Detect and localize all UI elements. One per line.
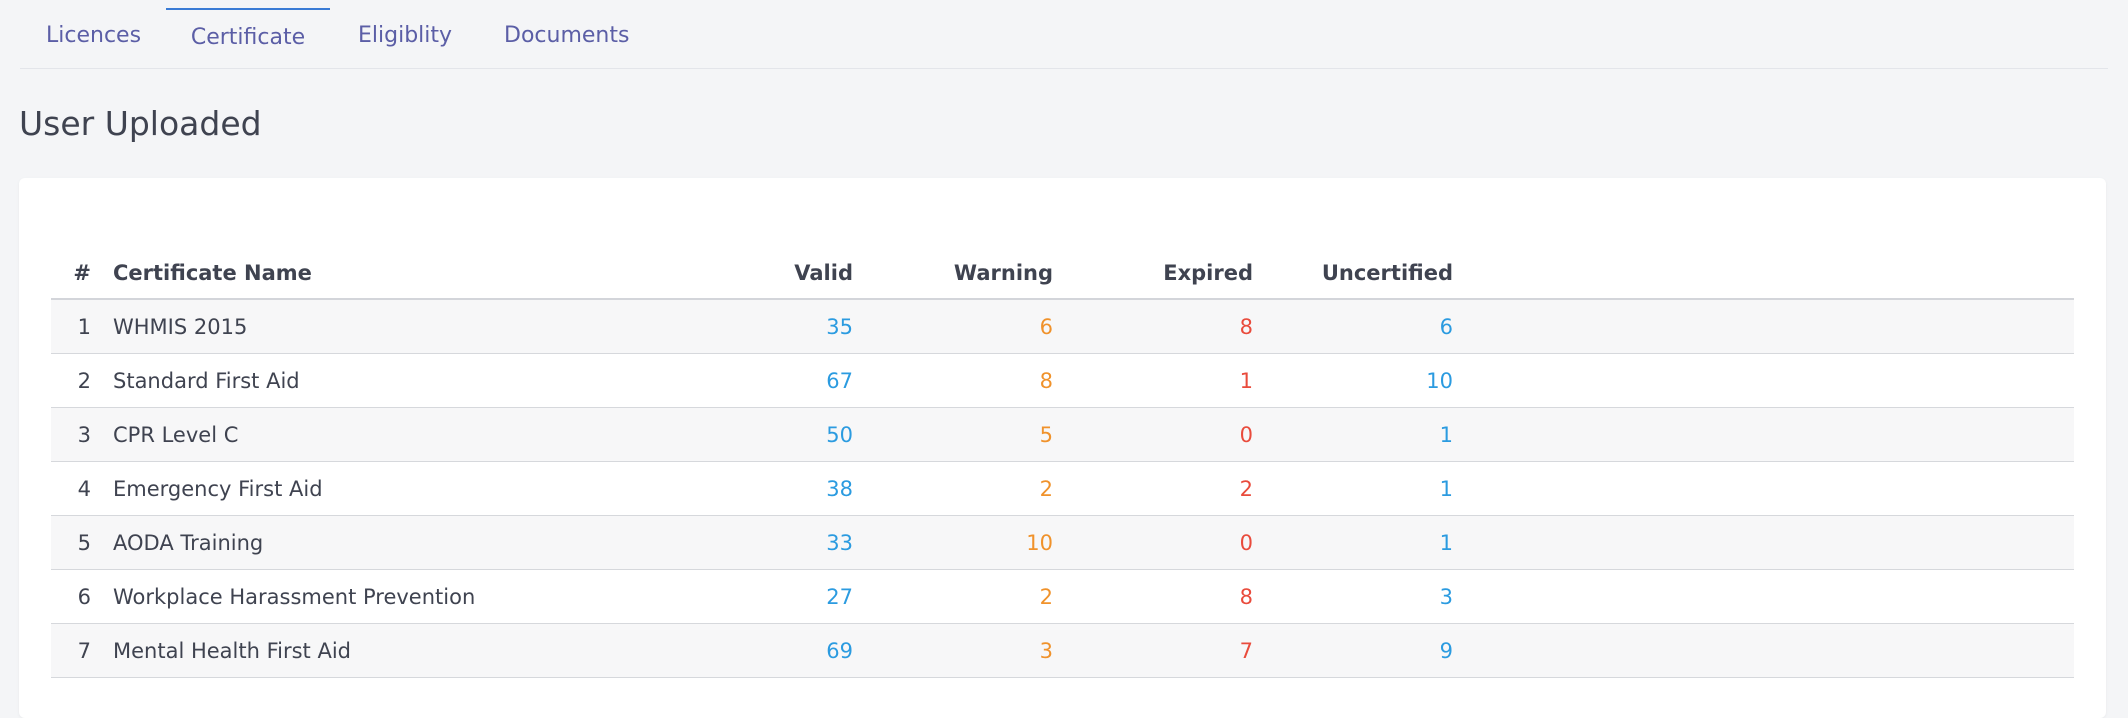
warning-count[interactable]: 5: [853, 407, 1053, 462]
certificate-name: AODA Training: [91, 515, 653, 570]
tab-eligibility[interactable]: Eligiblity: [358, 8, 452, 66]
expired-count[interactable]: 2: [1053, 461, 1253, 516]
column-header-valid[interactable]: Valid: [653, 248, 853, 300]
expired-count[interactable]: 8: [1053, 569, 1253, 624]
certificate-table: # Certificate Name Valid Warning Expired…: [51, 248, 2074, 678]
warning-count[interactable]: 2: [853, 569, 1053, 624]
table-row[interactable]: 5 AODA Training 33 10 0 1: [51, 515, 2074, 570]
column-header-expired[interactable]: Expired: [1053, 248, 1253, 300]
valid-count[interactable]: 38: [653, 461, 853, 516]
uncertified-count[interactable]: 1: [1253, 461, 1453, 516]
column-header-spacer: [1453, 248, 2074, 300]
certificate-name: Mental Health First Aid: [91, 623, 653, 678]
tab-documents[interactable]: Documents: [504, 8, 629, 66]
certificate-name: WHMIS 2015: [91, 299, 653, 354]
warning-count[interactable]: 10: [853, 515, 1053, 570]
table-row[interactable]: 2 Standard First Aid 67 8 1 10: [51, 353, 2074, 408]
certificate-summary-card: # Certificate Name Valid Warning Expired…: [19, 178, 2106, 718]
table-header-row: # Certificate Name Valid Warning Expired…: [51, 248, 2074, 300]
expired-count[interactable]: 8: [1053, 299, 1253, 354]
tab-certificate[interactable]: Certificate: [166, 8, 330, 66]
table-row[interactable]: 6 Workplace Harassment Prevention 27 2 8…: [51, 569, 2074, 624]
uncertified-count[interactable]: 10: [1253, 353, 1453, 408]
table-row[interactable]: 4 Emergency First Aid 38 2 2 1: [51, 461, 2074, 516]
row-index: 6: [51, 569, 91, 624]
section-title: User Uploaded: [19, 104, 262, 143]
warning-count[interactable]: 3: [853, 623, 1053, 678]
column-header-name[interactable]: Certificate Name: [91, 248, 653, 300]
row-index: 3: [51, 407, 91, 462]
certificate-name: Workplace Harassment Prevention: [91, 569, 653, 624]
certificate-name: CPR Level C: [91, 407, 653, 462]
uncertified-count[interactable]: 6: [1253, 299, 1453, 354]
uncertified-count[interactable]: 1: [1253, 515, 1453, 570]
valid-count[interactable]: 50: [653, 407, 853, 462]
row-index: 4: [51, 461, 91, 516]
certificate-name: Standard First Aid: [91, 353, 653, 408]
column-header-index: #: [51, 248, 91, 300]
uncertified-count[interactable]: 1: [1253, 407, 1453, 462]
column-header-uncertified[interactable]: Uncertified: [1253, 248, 1453, 300]
uncertified-count[interactable]: 9: [1253, 623, 1453, 678]
column-header-warning[interactable]: Warning: [853, 248, 1053, 300]
warning-count[interactable]: 6: [853, 299, 1053, 354]
row-index: 5: [51, 515, 91, 570]
table-row[interactable]: 1 WHMIS 2015 35 6 8 6: [51, 299, 2074, 354]
valid-count[interactable]: 33: [653, 515, 853, 570]
warning-count[interactable]: 2: [853, 461, 1053, 516]
valid-count[interactable]: 67: [653, 353, 853, 408]
tab-licences[interactable]: Licences: [46, 8, 141, 66]
tab-bar: Licences Certificate Eligiblity Document…: [20, 0, 2108, 69]
uncertified-count[interactable]: 3: [1253, 569, 1453, 624]
warning-count[interactable]: 8: [853, 353, 1053, 408]
row-index: 1: [51, 299, 91, 354]
expired-count[interactable]: 0: [1053, 515, 1253, 570]
valid-count[interactable]: 35: [653, 299, 853, 354]
valid-count[interactable]: 69: [653, 623, 853, 678]
certificate-name: Emergency First Aid: [91, 461, 653, 516]
row-index: 2: [51, 353, 91, 408]
row-index: 7: [51, 623, 91, 678]
table-row[interactable]: 3 CPR Level C 50 5 0 1: [51, 407, 2074, 462]
expired-count[interactable]: 1: [1053, 353, 1253, 408]
expired-count[interactable]: 0: [1053, 407, 1253, 462]
expired-count[interactable]: 7: [1053, 623, 1253, 678]
table-row[interactable]: 7 Mental Health First Aid 69 3 7 9: [51, 623, 2074, 678]
valid-count[interactable]: 27: [653, 569, 853, 624]
